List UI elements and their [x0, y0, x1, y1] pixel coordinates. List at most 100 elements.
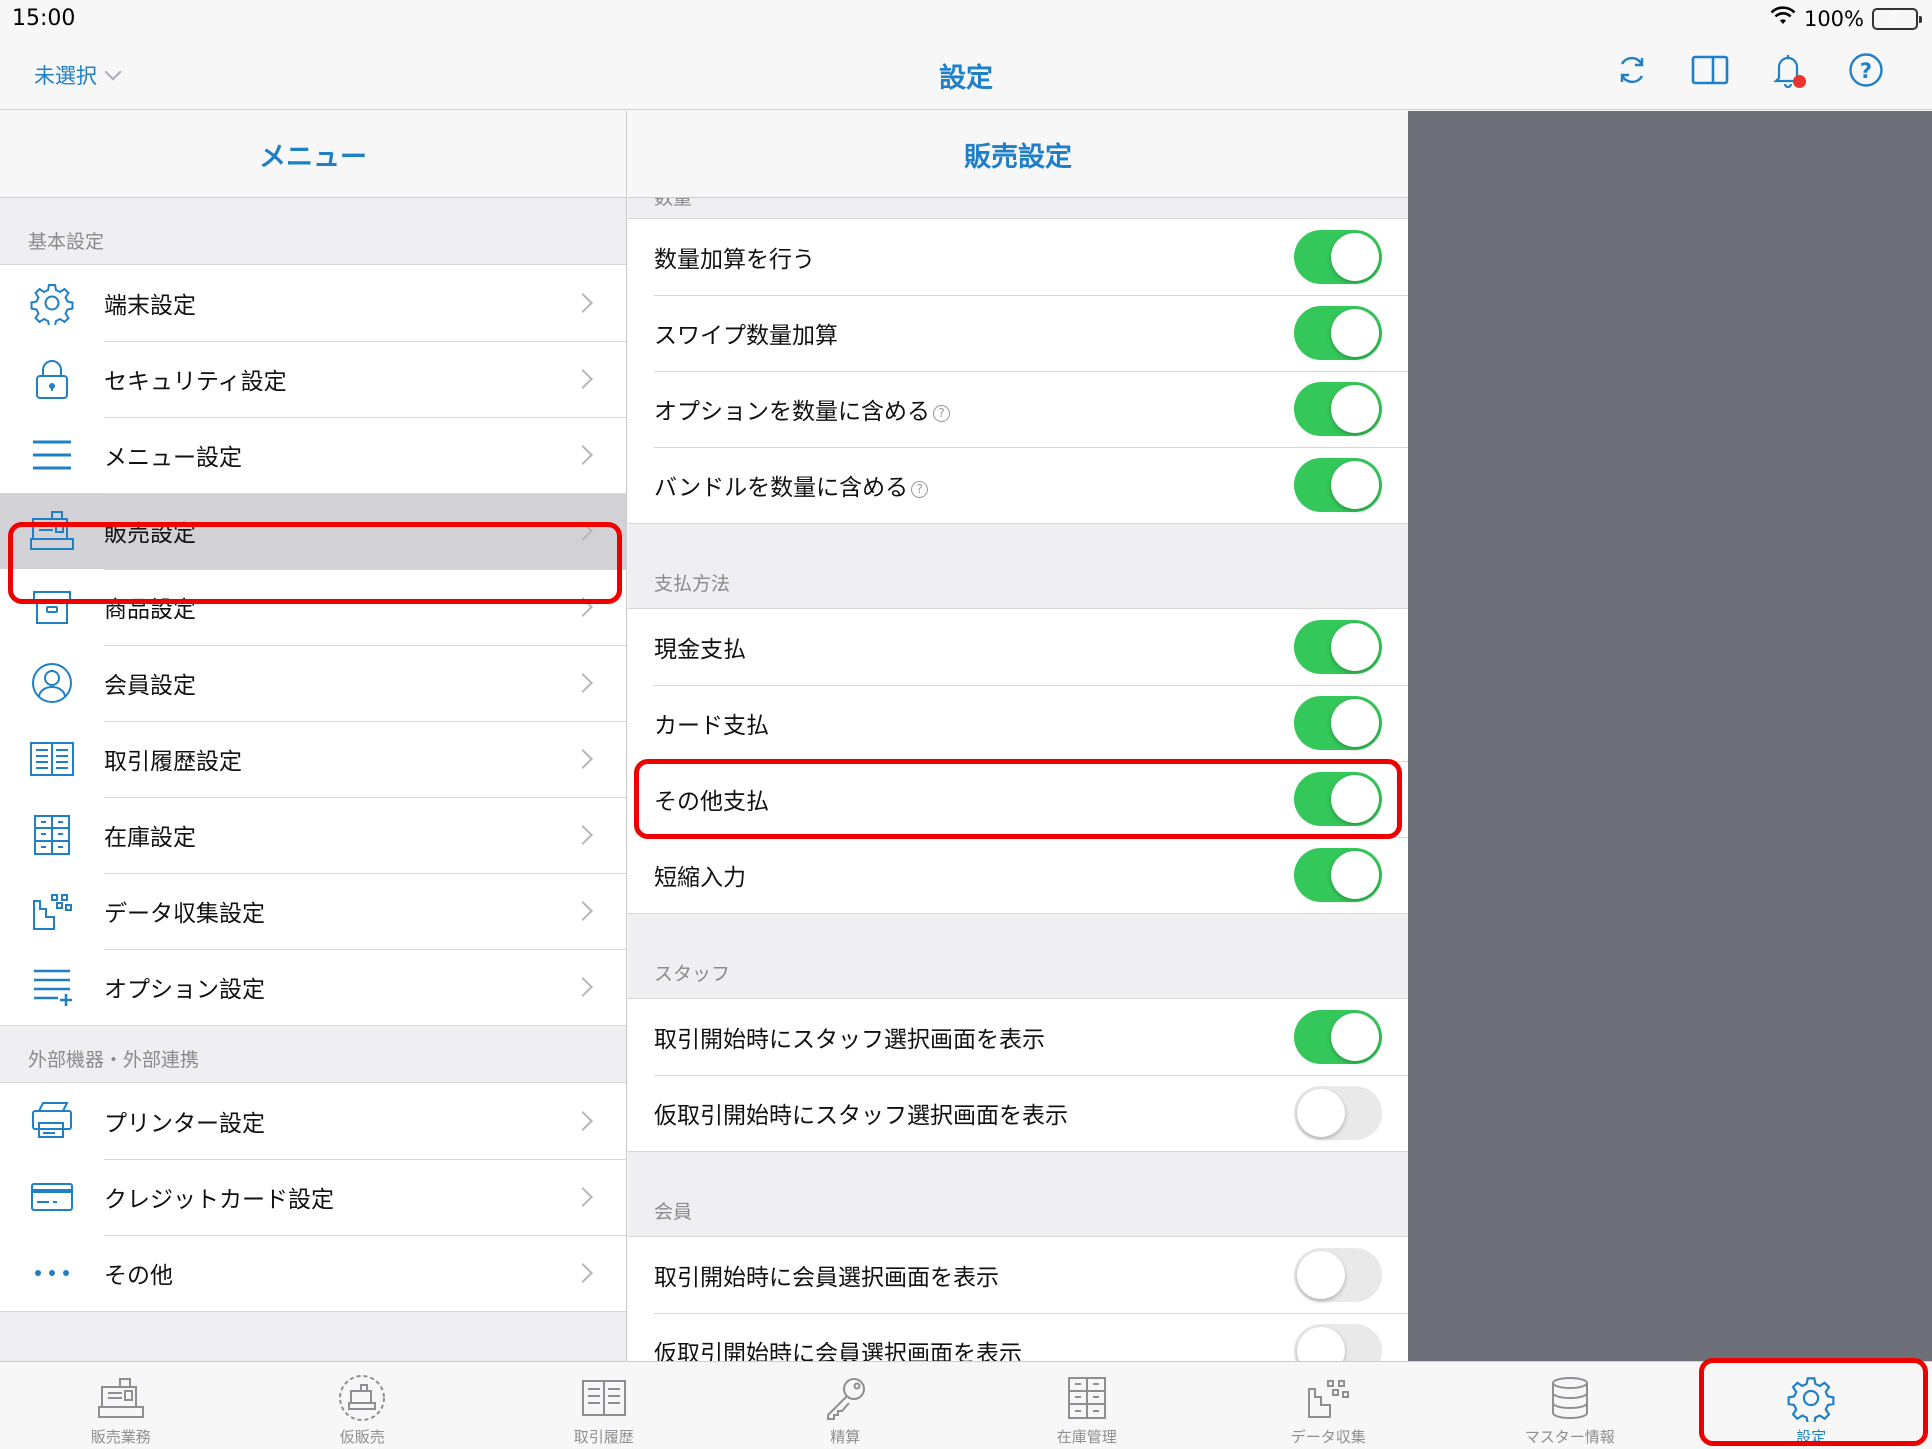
toggle-switch[interactable]	[1294, 1086, 1382, 1140]
chart-dots-icon	[1303, 1374, 1353, 1422]
tab-label: 仮販売	[339, 1428, 385, 1446]
menu-item-label: 取引履歴設定	[104, 749, 242, 775]
toggle-switch[interactable]	[1294, 306, 1382, 360]
setting-label: その他支払	[654, 789, 769, 815]
sync-icon[interactable]	[1612, 50, 1652, 90]
status-time: 15:00	[12, 6, 76, 31]
chevron-right-icon	[573, 521, 593, 541]
chevron-right-icon	[573, 977, 593, 997]
toggle-switch[interactable]	[1294, 1010, 1382, 1064]
lock-icon	[26, 353, 78, 405]
menu-item-history[interactable]: 取引履歴設定	[0, 721, 626, 797]
menu-pane: メニュー 基本設定 端末設定 セキュリティ設定 メニュー設定 販売設定 商品設定	[0, 111, 627, 1361]
bell-icon[interactable]	[1768, 50, 1808, 90]
gear-icon	[1786, 1374, 1836, 1422]
register-icon	[26, 505, 78, 557]
toggle-switch[interactable]	[1294, 696, 1382, 750]
tab-history[interactable]: 取引履歴	[483, 1362, 725, 1449]
tab-label: 精算	[830, 1428, 861, 1446]
status-bar: 15:00 100%	[0, 0, 1932, 36]
toggle-switch[interactable]	[1294, 1248, 1382, 1302]
tab-settlement[interactable]: 精算	[725, 1362, 967, 1449]
setting-label: 仮取引開始時にスタッフ選択画面を表示	[654, 1103, 1068, 1129]
nav-bar: 未選択 設定 ?	[0, 36, 1932, 110]
shelf-icon	[26, 809, 78, 861]
menu-item-member[interactable]: 会員設定	[0, 645, 626, 721]
setting-label: カード支払	[654, 713, 769, 739]
tab-data-collection[interactable]: データ収集	[1208, 1362, 1450, 1449]
store-selector-label: 未選択	[34, 64, 97, 88]
toggle-switch[interactable]	[1294, 620, 1382, 674]
menu-item-label: セキュリティ設定	[104, 369, 287, 395]
menu-item-label: クレジットカード設定	[104, 1187, 334, 1213]
chevron-right-icon	[573, 901, 593, 921]
setting-member-select-on-temp-start: 仮取引開始時に会員選択画面を表示	[628, 1313, 1408, 1361]
tab-sales[interactable]: 販売業務	[0, 1362, 242, 1449]
tab-temp-sales[interactable]: 仮販売	[242, 1362, 484, 1449]
menu-item-printer[interactable]: プリンター設定	[0, 1083, 626, 1159]
toggle-switch[interactable]	[1294, 458, 1382, 512]
chevron-right-icon	[573, 1111, 593, 1131]
menu-item-menu-settings[interactable]: メニュー設定	[0, 417, 626, 493]
menu-item-label: 会員設定	[104, 673, 196, 699]
tab-bar: 販売業務 仮販売 取引履歴 精算 在庫管理 データ収集 マスター情報 設定	[0, 1361, 1932, 1449]
section-label-payment: 支払方法	[654, 573, 731, 595]
menu-group-external: プリンター設定 クレジットカード設定 その他	[0, 1082, 626, 1312]
section-label-quantity: 数量	[654, 198, 693, 209]
menu-item-security[interactable]: セキュリティ設定	[0, 341, 626, 417]
dashed-register-icon	[337, 1374, 387, 1422]
tab-label: 取引履歴	[573, 1428, 634, 1446]
toggle-switch[interactable]	[1294, 848, 1382, 902]
chevron-down-icon	[104, 63, 122, 81]
tab-settings[interactable]: 設定	[1691, 1362, 1932, 1449]
person-icon	[26, 657, 78, 709]
toggle-switch[interactable]	[1294, 1324, 1382, 1361]
store-selector[interactable]: 未選択	[34, 60, 122, 90]
menu-item-other[interactable]: その他	[0, 1235, 626, 1311]
help-circle-icon[interactable]: ?	[933, 404, 950, 422]
split-view-icon[interactable]	[1690, 50, 1730, 90]
menu-item-inventory[interactable]: 在庫設定	[0, 797, 626, 873]
menu-lines-icon	[26, 429, 78, 481]
toggle-switch[interactable]	[1294, 772, 1382, 826]
wifi-icon	[1770, 6, 1796, 31]
status-right: 100%	[1770, 6, 1922, 31]
setting-quantity-add: 数量加算を行う	[628, 219, 1408, 295]
setting-card-payment: カード支払	[628, 685, 1408, 761]
menu-item-data-collection[interactable]: データ収集設定	[0, 873, 626, 949]
menu-item-credit-card[interactable]: クレジットカード設定	[0, 1159, 626, 1235]
menu-item-sales-settings[interactable]: 販売設定	[0, 493, 626, 569]
setting-staff-select-on-temp-start: 仮取引開始時にスタッフ選択画面を表示	[628, 1075, 1408, 1151]
setting-staff-select-on-start: 取引開始時にスタッフ選択画面を表示	[628, 999, 1408, 1075]
database-icon	[1545, 1374, 1595, 1422]
menu-item-product[interactable]: 商品設定	[0, 569, 626, 645]
menu-item-label: プリンター設定	[104, 1111, 265, 1137]
help-circle-icon[interactable]: ?	[911, 480, 929, 498]
tab-inventory[interactable]: 在庫管理	[966, 1362, 1208, 1449]
tab-master-info[interactable]: マスター情報	[1449, 1362, 1691, 1449]
chevron-right-icon	[573, 825, 593, 845]
menu-item-option[interactable]: オプション設定	[0, 949, 626, 1025]
section-label-staff: スタッフ	[654, 963, 731, 985]
sales-settings-title: 販売設定	[628, 111, 1408, 198]
setting-option-quantity: オプションを数量に含める?	[628, 371, 1408, 447]
settings-group-staff: 取引開始時にスタッフ選択画面を表示 仮取引開始時にスタッフ選択画面を表示	[628, 998, 1408, 1152]
setting-swipe-quantity: スワイプ数量加算	[628, 295, 1408, 371]
notification-badge	[1793, 75, 1806, 88]
book-icon	[26, 733, 78, 785]
setting-member-select-on-start: 取引開始時に会員選択画面を表示	[628, 1237, 1408, 1313]
svg-text:?: ?	[1860, 59, 1872, 83]
tab-label: 在庫管理	[1056, 1428, 1117, 1446]
help-icon[interactable]: ?	[1846, 50, 1886, 90]
toggle-switch[interactable]	[1294, 230, 1382, 284]
tab-label: 設定	[1796, 1428, 1827, 1446]
setting-label: 仮取引開始時に会員選択画面を表示	[654, 1341, 1022, 1361]
tab-label: マスター情報	[1524, 1428, 1615, 1446]
chevron-right-icon	[573, 597, 593, 617]
toggle-switch[interactable]	[1294, 382, 1382, 436]
settings-group-quantity: 数量加算を行う スワイプ数量加算 オプションを数量に含める? バンドルを数量に含…	[628, 218, 1408, 524]
setting-label: 取引開始時に会員選択画面を表示	[654, 1265, 999, 1291]
menu-item-label: 商品設定	[104, 597, 196, 623]
gear-icon	[26, 277, 78, 329]
menu-item-terminal[interactable]: 端末設定	[0, 265, 626, 341]
